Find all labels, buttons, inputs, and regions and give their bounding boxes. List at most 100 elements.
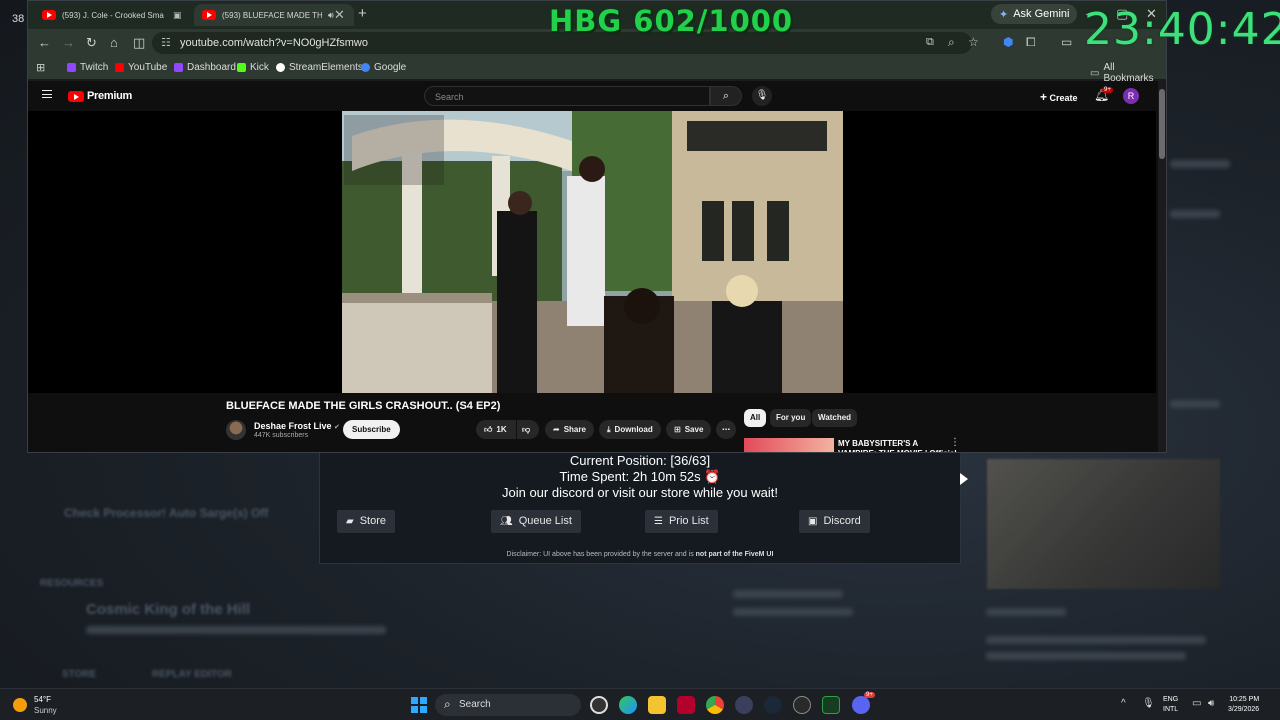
windows-start-icon[interactable] [411,697,427,713]
install-app-icon[interactable]: ⧉ [926,36,934,49]
queue-time-spent: Time Spent: 2h 10m 52s ⏰ [559,469,721,484]
weather-condition[interactable]: Sunny [34,706,57,715]
url-text: youtube.com/watch?v=NO0gHZfsmwo [180,37,368,49]
channel-name[interactable]: Deshae Frost Live ✔ [254,421,340,431]
new-tab-icon[interactable]: + [358,5,367,22]
language-indicator[interactable]: ENG INTL [1163,695,1178,715]
more-vertical-icon[interactable]: ⋮ [950,437,960,448]
display-icon[interactable]: ▭ [1192,698,1201,709]
youtube-logo-label: Premium [87,90,132,102]
bookmark-twitch[interactable]: Twitch [67,62,108,73]
speaker-icon[interactable]: 🔊︎ [328,10,334,21]
site-info-icon[interactable]: ☷ [161,36,171,49]
bookmark-label: Dashboard [187,62,236,73]
download-icon: ⤓ [607,425,611,434]
reload-icon[interactable]: ↻ [86,35,97,51]
split-view-icon[interactable]: ◫ [133,35,145,51]
subscribe-button[interactable]: Subscribe [343,420,400,439]
bg-server-line: Check Processor! Auto Sarge(s) Off [64,506,269,520]
bookmark-google[interactable]: Google [361,62,406,73]
discord-button[interactable]: ▣ Discord [799,510,870,533]
xbox-app-icon[interactable] [822,696,840,714]
chip-for-you[interactable]: For you [770,409,812,427]
tab-label: (593) J. Cole - Crooked Sma [62,10,164,20]
chip-watched[interactable]: Watched [812,409,858,427]
disclaimer-bold: not part of the FiveM UI [695,551,774,558]
bg-row [1170,400,1220,408]
bookmark-dashboard[interactable]: Dashboard [174,62,236,73]
bookmark-star-icon[interactable]: ☆ [968,35,979,49]
back-icon[interactable]: ← [38,35,51,50]
queue-list-button[interactable]: 👥︎ Queue List [491,510,581,533]
extensions-icon[interactable]: ⧠ [1026,35,1036,50]
clock[interactable]: 10:25 PM 3/29/2026 [1228,695,1259,715]
tray-app-icon[interactable] [735,696,753,714]
taskbar-search[interactable]: Search [435,694,581,716]
queue-join-message: Join our discord or visit our store whil… [501,485,778,500]
chevron-up-icon[interactable]: ^ [1121,698,1126,709]
weather-temperature[interactable]: 54°F [34,695,51,704]
youtube-logo[interactable]: Premium [68,90,132,102]
recommendation-title[interactable]: MY BABYSITTER'S A VAMPIRE: THE MOVIE | O… [838,439,958,452]
scrollbar-thumb[interactable] [1159,89,1165,159]
menu-icon[interactable] [42,90,52,98]
download-button[interactable]: ⤓ Download [599,420,661,439]
create-button[interactable]: + Create [1040,90,1078,104]
4k-app-icon[interactable] [793,696,811,714]
forward-icon[interactable]: → [62,35,75,50]
home-icon[interactable]: ⌂ [110,35,118,50]
chrome-app-icon[interactable] [706,696,724,714]
side-panel-icon[interactable]: ▭ [1061,35,1072,49]
microphone-icon[interactable]: 🎙︎ [1142,698,1155,709]
video-player[interactable] [28,111,1156,393]
video-frame[interactable] [342,111,843,393]
bookmark-streamelements[interactable]: StreamElements [276,62,363,73]
thumbs-up-icon: 👍︎ [484,425,493,434]
prio-list-button[interactable]: ☰ Prio List [645,510,718,533]
store-button[interactable]: ▰ Store [337,510,395,533]
tab-jcole[interactable]: (593) J. Cole - Crooked Sma ▣ [34,4,192,26]
steam-app-icon[interactable] [764,696,782,714]
share-button[interactable]: ➦ Share [545,420,594,439]
save-playlist-icon: ⊞ [674,425,681,434]
tab-blueface[interactable]: (593) BLUEFACE MADE THE 🔊︎ [194,4,354,26]
bookmark-kick[interactable]: Kick [237,62,269,73]
channel-avatar[interactable] [226,420,246,440]
edge-app-icon[interactable] [619,696,637,714]
more-icon: ⋯ [722,425,730,434]
discord-app-icon[interactable] [852,696,870,714]
recommendation-thumbnail[interactable] [744,438,834,452]
queue-disclaimer: Disclaimer: UI above has been provided b… [320,551,960,558]
chip-all[interactable]: All [744,409,767,427]
zoom-icon[interactable]: ⌕ [948,35,955,50]
page-scrollbar[interactable] [1158,81,1166,452]
apps-grid-icon[interactable]: ⊞ [36,61,45,74]
save-button[interactable]: ⊞ Save [666,420,712,439]
adobe-app-icon[interactable] [677,696,695,714]
store-label: Store [359,515,386,527]
youtube-icon [115,63,124,72]
file-explorer-icon[interactable] [648,696,666,714]
youtube-search-input[interactable]: Search [424,86,710,106]
sun-icon[interactable] [13,698,27,712]
shield-extension-icon[interactable]: ⬢ [1003,35,1013,49]
ask-gemini-button[interactable]: ✦ Ask Gemini [991,4,1078,24]
obs-app-icon[interactable] [590,696,608,714]
like-button[interactable]: 👍︎ 1K [476,420,516,439]
microphone-icon[interactable]: 🎙︎ [752,86,772,106]
more-actions-button[interactable]: ⋯ [716,420,736,439]
browser-window: (593) J. Cole - Crooked Sma ▣ ✕ (593) BL… [27,0,1167,453]
youtube-page: Premium Search ⌕ 🎙︎ + Create 🔔︎ 9+ R BLU… [28,81,1160,452]
save-label: Save [684,425,704,434]
create-label: Create [1049,93,1078,103]
disclaimer-text: Disclaimer: UI above has been provided b… [506,551,694,558]
close-tab-icon[interactable]: ✕ [334,7,345,23]
search-icon[interactable]: ⌕ [710,86,742,106]
twitch-icon [174,63,183,72]
volume-icon[interactable]: 🔊︎ [1208,698,1214,709]
streamelements-icon [276,63,285,72]
tab-label: (593) BLUEFACE MADE THE [222,10,322,20]
dislike-button[interactable]: 👎︎ [517,420,539,439]
bookmark-youtube[interactable]: YouTube [115,62,167,73]
account-avatar[interactable]: R [1123,88,1139,104]
